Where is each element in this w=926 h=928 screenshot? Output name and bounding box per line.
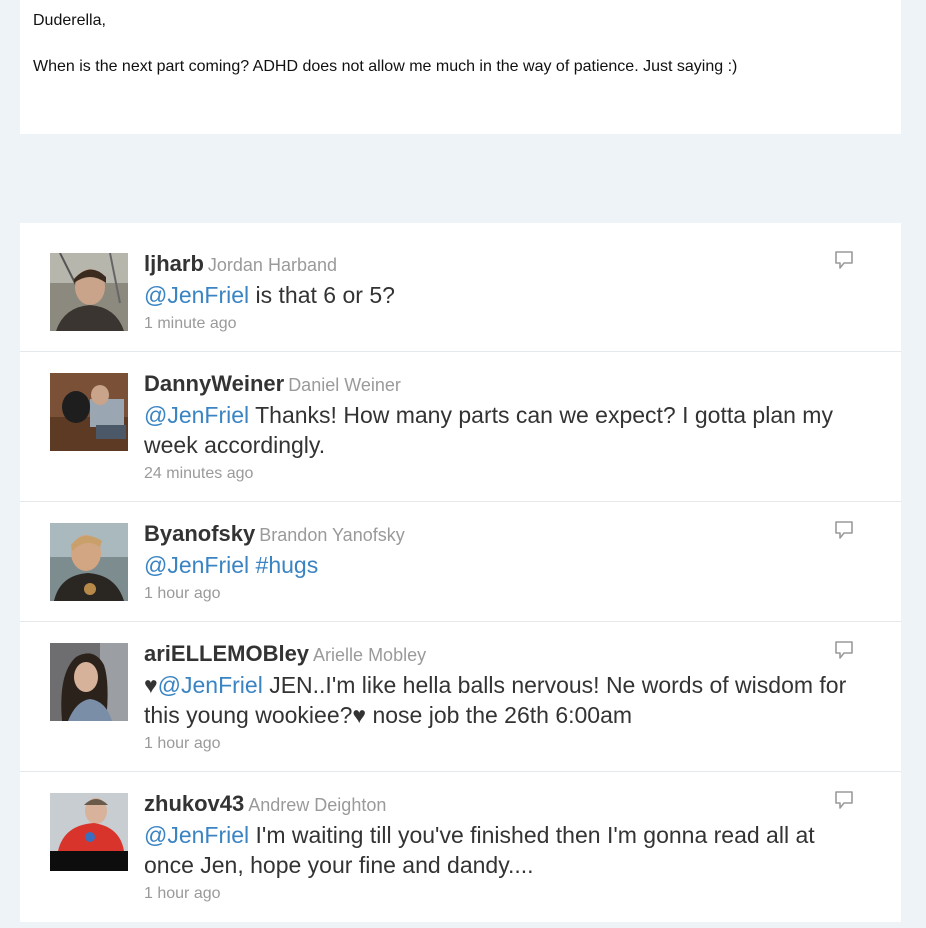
tweet-content: ariELLEMOBley Arielle Mobley ♥@JenFriel J…	[144, 641, 864, 753]
tweet-content: zhukov43 Andrew Deighton @JenFriel I'm wa…	[144, 791, 864, 903]
tweet-handle[interactable]: DannyWeiner	[144, 371, 284, 396]
ariellemobley-avatar[interactable]	[50, 643, 128, 721]
tweet-mention-link[interactable]: @JenFriel	[158, 672, 263, 698]
dannyweiner-avatar[interactable]	[50, 373, 128, 451]
tweet-text: @JenFriel Thanks! How many parts can we …	[144, 400, 864, 460]
tweet-content: ljharb Jordan Harband @JenFriel is that 6…	[144, 251, 864, 333]
tweet-item: zhukov43 Andrew Deighton @JenFriel I'm wa…	[20, 772, 901, 922]
tweet-content: DannyWeiner Daniel Weiner @JenFriel Thank…	[144, 371, 864, 483]
tweet-timestamp[interactable]: 1 hour ago	[144, 735, 864, 753]
comment-card: Duderella, When is the next part coming?…	[20, 0, 901, 134]
comment-body: When is the next part coming? ADHD does …	[33, 58, 738, 75]
reply-icon[interactable]	[833, 249, 855, 271]
tweet-realname: Arielle Mobley	[313, 645, 427, 665]
tweet-realname: Jordan Harband	[207, 255, 337, 275]
zhukov43-avatar[interactable]	[50, 793, 128, 871]
tweet-handle[interactable]: ariELLEMOBley	[144, 641, 309, 666]
tweet-prefix: ♥	[144, 672, 158, 698]
tweet-item: DannyWeiner Daniel Weiner @JenFriel Thank…	[20, 352, 901, 502]
tweet-handle[interactable]: ljharb	[144, 251, 204, 276]
tweet-text: ♥@JenFriel JEN..I'm like hella balls ner…	[144, 670, 864, 730]
reply-icon[interactable]	[833, 519, 855, 541]
reply-icon[interactable]	[833, 789, 855, 811]
reply-icon[interactable]	[833, 639, 855, 661]
tweet-realname: Brandon Yanofsky	[259, 525, 405, 545]
tweet-mention-link[interactable]: @JenFriel	[144, 282, 249, 308]
tweet-text: @JenFriel I'm waiting till you've finish…	[144, 820, 864, 880]
tweet-item: ljharb Jordan Harband @JenFriel is that 6…	[20, 223, 901, 352]
tweet-realname: Andrew Deighton	[248, 795, 387, 815]
tweet-item: Byanofsky Brandon Yanofsky @JenFriel #hug…	[20, 502, 901, 622]
tweet-item: ariELLEMOBley Arielle Mobley ♥@JenFriel J…	[20, 622, 901, 772]
tweet-mention-link[interactable]: @JenFriel	[144, 822, 249, 848]
tweet-list: ljharb Jordan Harband @JenFriel is that 6…	[20, 223, 901, 922]
tweet-timestamp[interactable]: 1 hour ago	[144, 585, 864, 603]
comment-greeting: Duderella,	[33, 12, 106, 29]
tweet-text: @JenFriel is that 6 or 5?	[144, 280, 864, 310]
tweet-handle[interactable]: zhukov43	[144, 791, 244, 816]
tweet-timestamp[interactable]: 24 minutes ago	[144, 465, 864, 483]
tweet-body: is that 6 or 5?	[249, 282, 395, 308]
byanofsky-avatar[interactable]	[50, 523, 128, 601]
tweet-timestamp[interactable]: 1 minute ago	[144, 315, 864, 333]
tweet-handle[interactable]: Byanofsky	[144, 521, 255, 546]
tweet-content: Byanofsky Brandon Yanofsky @JenFriel #hug…	[144, 521, 864, 603]
tweet-text: @JenFriel #hugs	[144, 550, 864, 580]
ljharb-avatar[interactable]	[50, 253, 128, 331]
tweet-mention-link[interactable]: @JenFriel #hugs	[144, 552, 318, 578]
tweet-realname: Daniel Weiner	[288, 375, 401, 395]
tweet-mention-link[interactable]: @JenFriel	[144, 402, 249, 428]
tweet-timestamp[interactable]: 1 hour ago	[144, 885, 864, 903]
